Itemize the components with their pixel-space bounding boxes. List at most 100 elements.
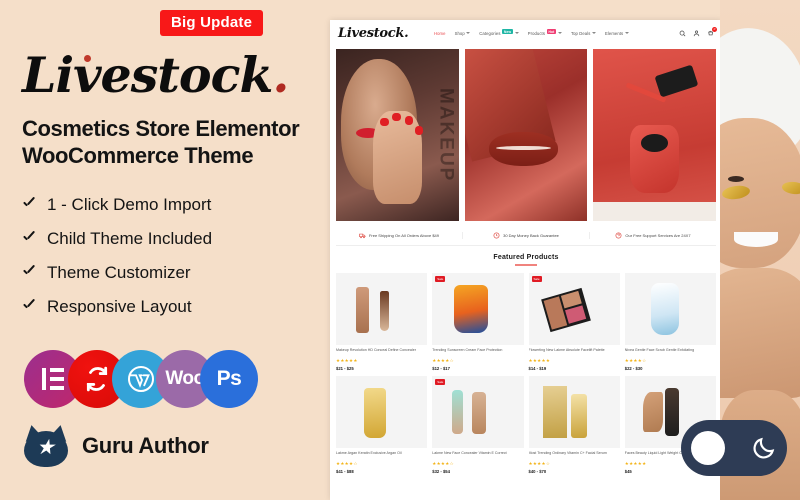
search-icon[interactable] bbox=[679, 30, 686, 37]
product-thumbnail bbox=[336, 272, 428, 345]
service-item-support: Our Free Support Services Are 24X7 bbox=[590, 232, 716, 239]
moon-icon bbox=[751, 435, 777, 461]
product-price: $40 - $70 bbox=[528, 468, 547, 474]
sale-badge: Sale bbox=[531, 275, 542, 282]
nav-item-products[interactable]: Products Hot bbox=[528, 28, 562, 36]
shipping-icon bbox=[359, 232, 366, 239]
cart-icon[interactable]: 0 bbox=[707, 26, 717, 37]
toggle-knob[interactable] bbox=[691, 431, 725, 465]
check-icon bbox=[22, 266, 36, 280]
feature-label: Responsive Layout bbox=[47, 297, 192, 316]
hero-banner-makeup[interactable]: MAKEUP bbox=[336, 49, 459, 221]
feature-label: 1 - Click Demo Import bbox=[47, 195, 212, 214]
sale-badge: Sale bbox=[435, 275, 446, 282]
product-rating: ★★★★☆ bbox=[336, 460, 358, 466]
hero-banner-nailpolish[interactable] bbox=[593, 49, 717, 221]
nav-item-top-deals[interactable]: Top Deals bbox=[571, 31, 596, 36]
sale-badge: Sale bbox=[435, 378, 446, 385]
check-icon bbox=[22, 232, 36, 246]
feature-label: Child Theme Included bbox=[47, 229, 213, 248]
feature-list: 1 - Click Demo Import Child Theme Includ… bbox=[22, 188, 212, 324]
product-title: Most Trending Ordinary Vitamin C+ Facial… bbox=[528, 450, 607, 455]
product-card[interactable]: Most Trending Ordinary Vitamin C+ Facial… bbox=[528, 375, 620, 474]
feature-item: Responsive Layout bbox=[22, 290, 212, 324]
product-title: Nivea Gentle Face Scrub Gentle Exfoliati… bbox=[624, 347, 695, 352]
nav-item-elements[interactable]: Elements bbox=[605, 31, 629, 36]
site-header: Livestock. Home Shop Categories New Produ… bbox=[330, 20, 722, 46]
account-icon[interactable] bbox=[693, 30, 700, 37]
product-price: $41 - $88 bbox=[336, 468, 354, 474]
author-row: ★ Guru Author bbox=[22, 423, 209, 467]
product-card[interactable]: Lakme Argan Keratin Exclusive Argan Oil … bbox=[336, 375, 428, 474]
product-rating: ★★★★☆ bbox=[432, 357, 454, 363]
hero-overlay-text: MAKEUP bbox=[435, 87, 457, 183]
product-thumbnail bbox=[432, 272, 524, 345]
brand-dot-accent bbox=[84, 55, 91, 62]
hero-banner-lips[interactable] bbox=[464, 49, 588, 221]
promo-banner: Big Update Livestock. Cosmetics Store El… bbox=[0, 0, 800, 500]
feature-item: Child Theme Included bbox=[22, 222, 212, 256]
promo-left-panel: Big Update Livestock. Cosmetics Store El… bbox=[0, 0, 330, 500]
product-rating: ★★★★★ bbox=[528, 357, 551, 363]
product-card[interactable]: Makeup Revolution HD Conceal Define Conc… bbox=[336, 272, 428, 371]
product-rating: ★★★★★ bbox=[336, 357, 358, 363]
product-thumbnail bbox=[528, 375, 620, 448]
service-label: Our Free Support Services Are 24X7 bbox=[625, 232, 691, 238]
feature-item: Theme Customizer bbox=[22, 256, 212, 290]
service-item-money-back: 30 Day Money Back Guarantee bbox=[463, 231, 590, 239]
product-rating: ★★★★☆ bbox=[528, 460, 551, 466]
product-price: $22 - $30 bbox=[624, 365, 643, 371]
product-grid: Makeup Revolution HD Conceal Define Conc… bbox=[330, 268, 722, 479]
product-thumbnail bbox=[624, 272, 716, 345]
product-title: Lakme Argan Keratin Exclusive Argan Oil bbox=[336, 450, 402, 455]
product-rating: ★★★★☆ bbox=[624, 357, 647, 363]
headline-line-2: WooCommerce Theme bbox=[22, 142, 254, 168]
chevron-down-icon bbox=[466, 32, 471, 34]
hero-banner-row: MAKEUP bbox=[330, 46, 722, 221]
author-label: Guru Author bbox=[82, 433, 209, 458]
check-icon bbox=[22, 198, 36, 212]
product-price: $12 - $17 bbox=[432, 365, 450, 371]
product-title: Trending Sunscreen Cream Face Protection bbox=[432, 347, 503, 352]
product-price: $32 - $54 bbox=[432, 468, 450, 474]
nav-item-home[interactable]: Home bbox=[434, 31, 446, 36]
featured-section-header: Featured Products bbox=[330, 246, 722, 268]
product-card[interactable]: Sale Trending Sunscreen Cream Face Prote… bbox=[432, 272, 524, 371]
brand-name: Livestock bbox=[22, 46, 273, 104]
page-title: Cosmetics Store Elementor WooCommerce Th… bbox=[22, 116, 322, 170]
product-thumbnail bbox=[528, 272, 620, 345]
product-thumbnail bbox=[432, 375, 524, 448]
chevron-down-icon bbox=[557, 32, 562, 34]
header-actions: 0 bbox=[679, 26, 717, 37]
product-price: $14 - $19 bbox=[528, 365, 547, 371]
product-card[interactable]: Nivea Gentle Face Scrub Gentle Exfoliati… bbox=[624, 272, 716, 371]
service-highlights-bar: Free Shipping On All Orders Above $49 30… bbox=[336, 225, 716, 246]
check-icon bbox=[22, 300, 36, 314]
dark-mode-toggle[interactable] bbox=[681, 420, 787, 476]
title-underline bbox=[515, 264, 537, 266]
chevron-down-icon bbox=[624, 32, 629, 34]
site-logo: Livestock. bbox=[338, 25, 409, 41]
product-card[interactable]: Sale Flowerting New Lakme Absolute Facel… bbox=[528, 272, 620, 371]
product-title: Lakme New Face Concealer Vitamin E Corre… bbox=[432, 450, 507, 455]
nav-item-shop[interactable]: Shop bbox=[455, 31, 471, 36]
service-label: 30 Day Money Back Guarantee bbox=[503, 232, 559, 238]
nav-badge-hot: Hot bbox=[546, 28, 557, 35]
service-label: Free Shipping On All Orders Above $49 bbox=[368, 232, 440, 238]
product-price: $21 - $25 bbox=[336, 365, 354, 371]
brand-logo: Livestock. bbox=[22, 46, 289, 104]
featured-title: Featured Products bbox=[493, 254, 559, 261]
cart-count-badge: 0 bbox=[712, 26, 717, 32]
product-card[interactable]: Sale Lakme New Face Concealer Vitamin E … bbox=[432, 375, 524, 474]
brand-period: . bbox=[272, 46, 289, 104]
chevron-down-icon bbox=[591, 32, 596, 34]
service-item-shipping: Free Shipping On All Orders Above $49 bbox=[336, 231, 463, 239]
support-icon bbox=[615, 232, 622, 239]
big-update-badge: Big Update bbox=[160, 10, 264, 36]
headline-line-1: Cosmetics Store Elementor bbox=[22, 116, 300, 141]
photoshop-icon: Ps bbox=[200, 350, 258, 408]
chevron-down-icon bbox=[514, 32, 519, 34]
product-title: Makeup Revolution HD Conceal Define Conc… bbox=[336, 347, 416, 352]
nav-item-categories[interactable]: Categories New bbox=[479, 28, 519, 36]
product-rating: ★★★★☆ bbox=[432, 460, 454, 466]
